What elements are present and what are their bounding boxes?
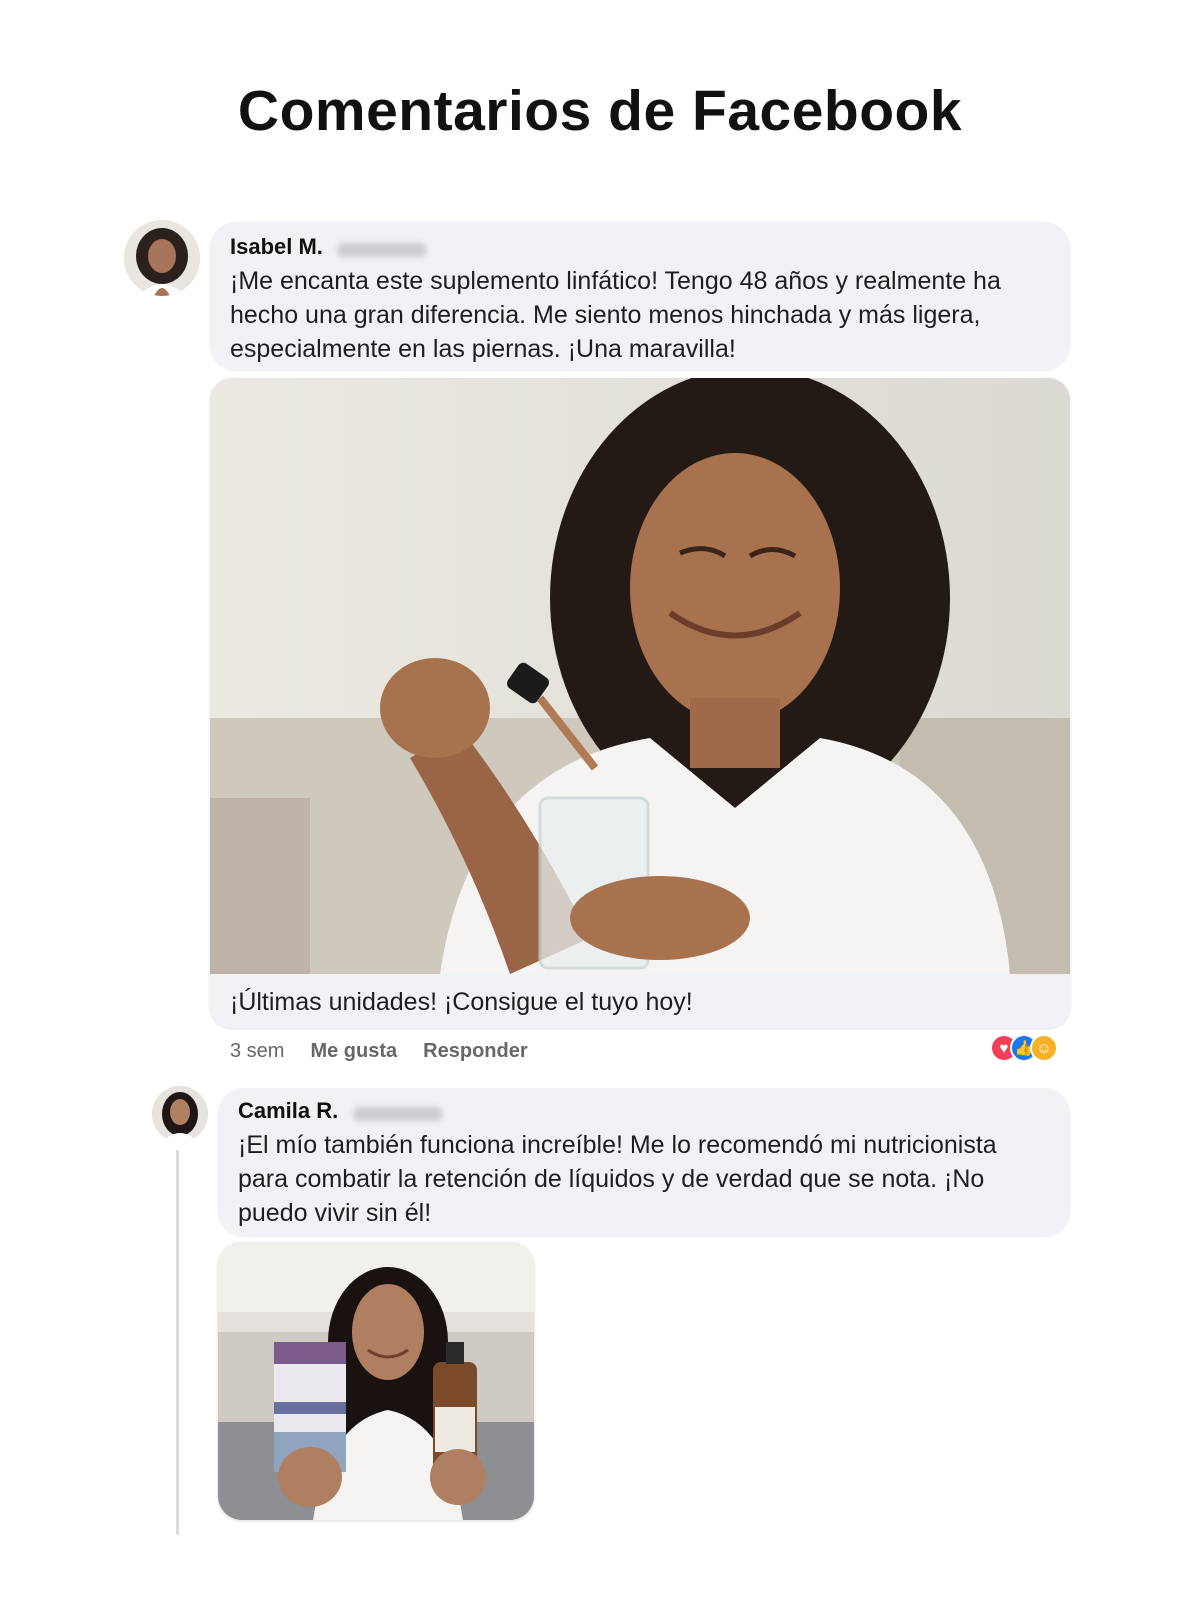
reply-author-row: Camila R. [238,1098,1050,1124]
comment-author[interactable]: Isabel M. [230,234,323,259]
reply-photo[interactable] [218,1242,534,1520]
page-title: Comentarios de Facebook [237,79,963,143]
avatar[interactable] [124,220,200,296]
like-button[interactable]: Me gusta [310,1040,397,1063]
thread-line [176,1150,179,1535]
comment-photo-card[interactable]: ¡Últimas unidades! ¡Consigue el tuyo hoy… [210,378,1070,1028]
comment-text: ¡Me encanta este suplemento linfático! T… [230,267,1001,363]
photo-caption: ¡Últimas unidades! ¡Consigue el tuyo hoy… [230,988,693,1016]
comment-time[interactable]: 3 sem [230,1040,284,1063]
reply-avatar[interactable] [152,1086,208,1142]
reply-bubble: Camila R. ¡El mío también funciona incre… [218,1088,1070,1236]
reply-author[interactable]: Camila R. [238,1098,338,1123]
comment-photo [210,378,1070,974]
blurred-text [337,242,428,257]
reply-text: ¡El mío también funciona increíble! Me l… [238,1131,997,1227]
reply-photo-image [218,1242,534,1520]
reaction-summary[interactable]: ♥ 👍 ☺ [990,1034,1058,1062]
comment-author-row: Isabel M. [230,234,1050,260]
comment-actions: 3 sem Me gusta Responder [230,1040,528,1063]
care-reaction-icon: ☺ [1030,1034,1058,1062]
comment-bubble: Isabel M. ¡Me encanta este suplemento li… [210,222,1070,370]
blurred-text [352,1106,443,1121]
reply-button[interactable]: Responder [423,1040,527,1063]
